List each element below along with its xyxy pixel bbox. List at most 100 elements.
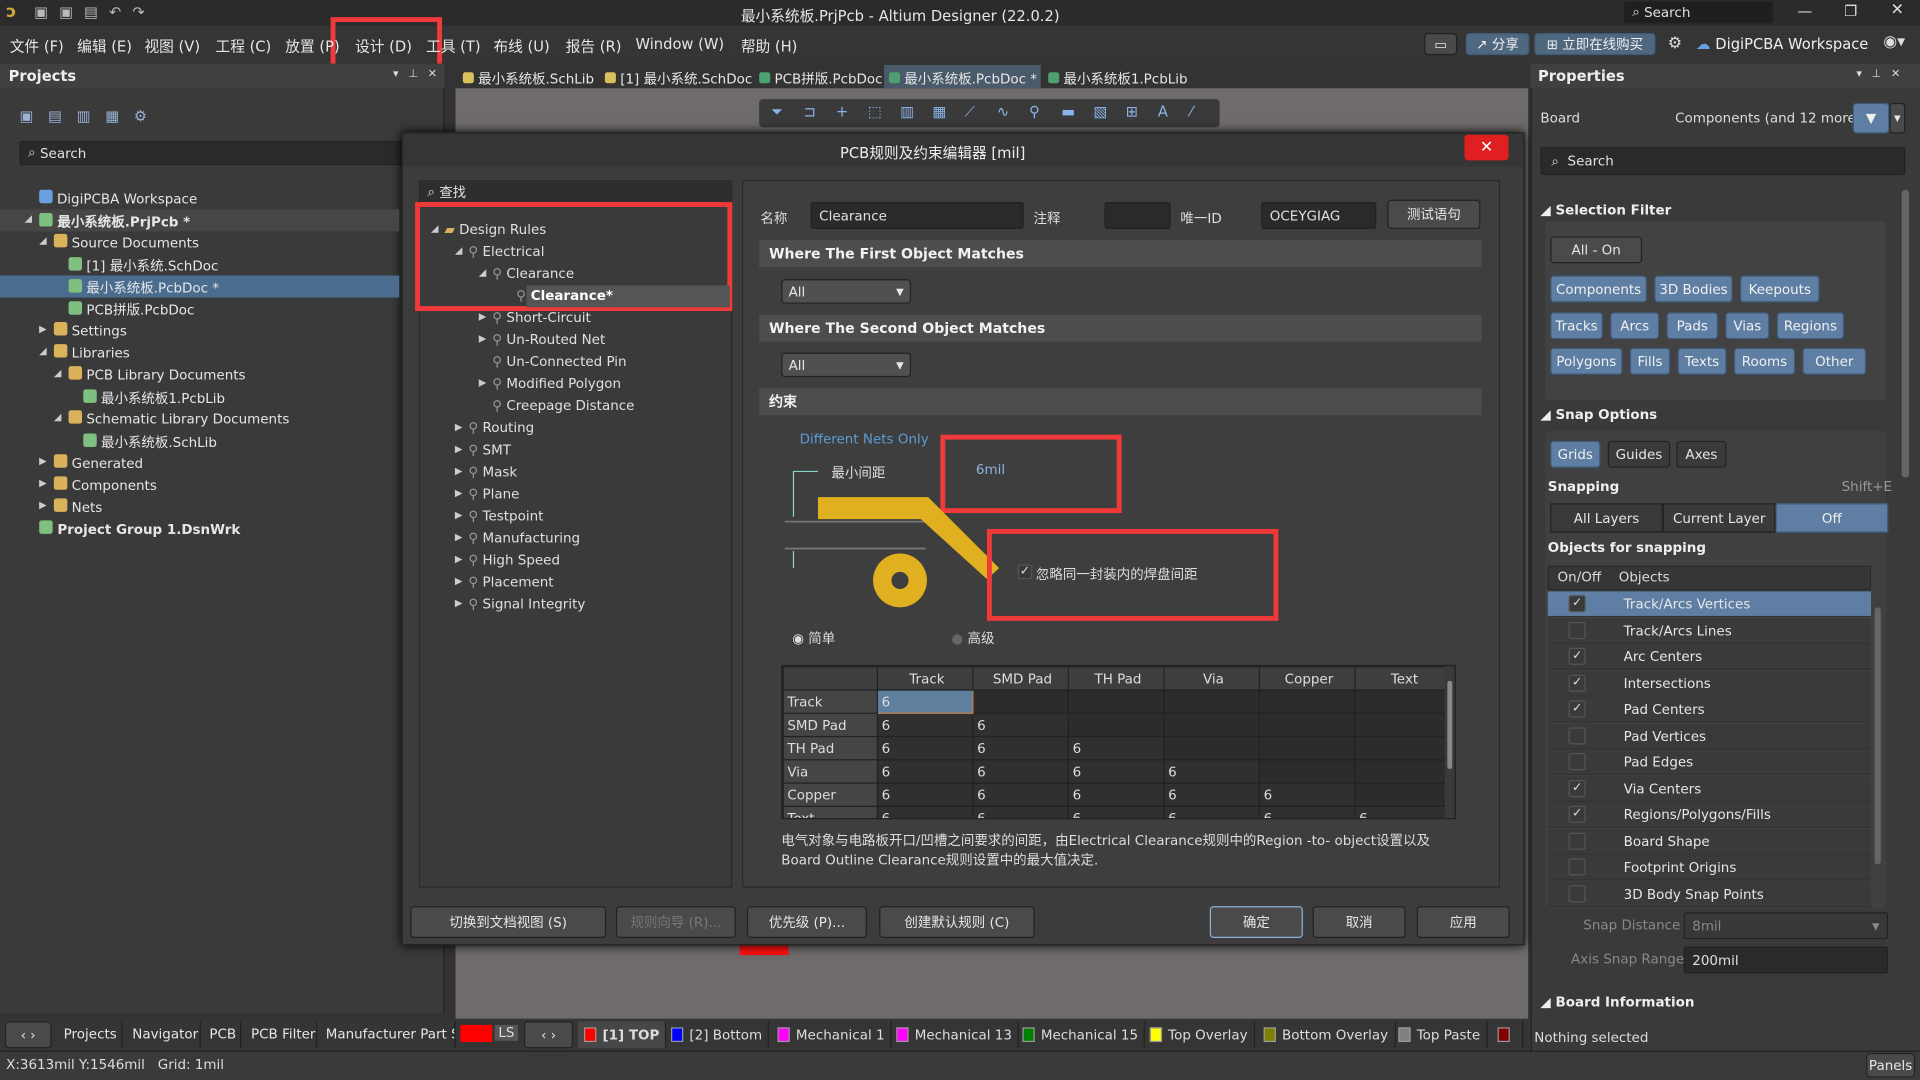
expand-arrow-icon[interactable]: ◢ xyxy=(39,345,47,356)
layer-tab[interactable]: Mechanical 15 xyxy=(1016,1021,1146,1049)
layer-tab[interactable]: [1] TOP xyxy=(577,1021,667,1049)
rule-tree-search[interactable]: ⌕ 查找 xyxy=(420,181,732,204)
rule-tree-item[interactable]: ⚲ Modified Polygon xyxy=(492,376,621,392)
matrix-cell[interactable]: 6 xyxy=(876,782,974,807)
global-search[interactable]: ⌕ Search xyxy=(1623,1,1774,24)
matrix-cell[interactable]: 6 xyxy=(972,712,1069,738)
component-icon[interactable]: ▦ xyxy=(932,103,946,120)
filter-toggle-button[interactable]: 3D Bodies xyxy=(1654,275,1733,303)
rule-name-input[interactable]: Clearance xyxy=(810,202,1024,229)
doc-tab[interactable]: 最小系统板.SchLib xyxy=(458,65,598,88)
project-tree-item[interactable]: 最小系统板1.PcbLib xyxy=(83,388,225,408)
snap-object-checkbox[interactable] xyxy=(1568,858,1586,876)
expand-arrow-icon[interactable]: ▶ xyxy=(455,487,463,498)
matrix-cell[interactable]: 6 xyxy=(1067,735,1165,761)
expand-arrow-icon[interactable]: ▶ xyxy=(455,531,463,542)
rule-tree-item[interactable]: ⚲ Testpoint xyxy=(468,508,543,524)
workspace-button[interactable]: ☁ DigiPCBA Workspace xyxy=(1696,36,1868,53)
project-tree-item[interactable]: Generated xyxy=(53,454,143,471)
snap-grids-button[interactable]: Grids xyxy=(1550,440,1601,468)
first-object-select[interactable]: All ▼ xyxy=(781,279,912,304)
filter-icon[interactable]: ▼ xyxy=(1852,102,1890,134)
project-tree-item[interactable]: 最小系统板.PrjPcb * xyxy=(39,212,190,232)
matrix-cell[interactable]: 6 xyxy=(876,712,974,738)
project-tree-item[interactable]: Settings xyxy=(53,322,127,339)
expand-arrow-icon[interactable]: ▶ xyxy=(479,311,487,322)
matrix-cell[interactable] xyxy=(1354,735,1452,761)
chat-button[interactable]: ▭ xyxy=(1424,33,1458,56)
snapping-mode-button[interactable]: All Layers xyxy=(1550,503,1663,533)
rule-wizard-button[interactable]: 规则向导 (R)... xyxy=(615,906,736,938)
menu-item[interactable]: 布线 (U) xyxy=(493,36,549,57)
panel-tab[interactable]: PCB xyxy=(204,1021,242,1049)
menu-item[interactable]: 设计 (D) xyxy=(355,36,412,57)
filter-dropdown-button[interactable]: ▼ xyxy=(1889,102,1906,134)
snap-object-checkbox[interactable]: ✓ xyxy=(1568,595,1586,613)
matrix-cell[interactable] xyxy=(1067,712,1165,738)
ok-button[interactable]: 确定 xyxy=(1209,906,1303,938)
rule-tree-item[interactable]: ⚲ Mask xyxy=(468,464,517,480)
all-on-button[interactable]: All - On xyxy=(1550,236,1643,264)
projects-search[interactable]: ⌕ Search xyxy=(19,140,402,166)
snap-object-checkbox[interactable] xyxy=(1568,884,1586,902)
expand-arrow-icon[interactable]: ▶ xyxy=(455,421,463,432)
rule-tree-item[interactable]: ⚲ Placement xyxy=(468,574,553,590)
expand-arrow-icon[interactable]: ▶ xyxy=(479,333,487,344)
minimize-button[interactable]: — xyxy=(1798,2,1813,19)
expand-arrow-icon[interactable]: ▶ xyxy=(39,478,47,489)
snap-object-checkbox[interactable]: ✓ xyxy=(1568,805,1586,823)
expand-arrow-icon[interactable]: ▶ xyxy=(455,509,463,520)
snap-object-row[interactable] xyxy=(1547,696,1872,723)
matrix-cell[interactable]: 6 xyxy=(1067,805,1165,818)
doc-tab[interactable]: 最小系统板1.PcbLib xyxy=(1043,65,1188,88)
snap-object-checkbox[interactable]: ✓ xyxy=(1568,779,1586,797)
matrix-scrollbar[interactable] xyxy=(1444,666,1455,818)
properties-menu-pin-close[interactable]: ▾⊥✕ xyxy=(1856,69,1910,81)
expand-arrow-icon[interactable]: ▶ xyxy=(455,553,463,564)
layer-tabs-scroll[interactable]: ‹ › xyxy=(524,1021,574,1049)
project-tree-item[interactable]: Project Group 1.DsnWrk xyxy=(39,520,240,538)
board-info-header[interactable]: ◢ Board Information xyxy=(1540,994,1694,1010)
rule-tree-item[interactable]: ⚲ Un-Routed Net xyxy=(492,332,605,348)
snap-object-checkbox[interactable]: ✓ xyxy=(1568,674,1586,692)
matrix-cell[interactable]: 6 xyxy=(972,759,1069,784)
rule-tree-item[interactable]: ⚲ Clearance xyxy=(492,266,574,282)
diff-pair-icon[interactable]: ∿ xyxy=(997,103,1009,120)
rule-tree-item[interactable]: ⚲ Electrical xyxy=(468,244,544,260)
snap-object-row[interactable] xyxy=(1547,723,1872,749)
rule-tree-item[interactable]: ▰ Design Rules xyxy=(444,222,546,238)
rule-tree-item[interactable]: ⚲ Clearance* xyxy=(516,288,613,304)
matrix-cell[interactable]: 6 xyxy=(1067,782,1165,807)
panel-tabs-scroll[interactable]: ‹ › xyxy=(4,1021,52,1049)
expand-arrow-icon[interactable]: ◢ xyxy=(54,411,62,422)
mode-advanced-radio[interactable]: ● 高级 xyxy=(951,628,994,648)
align-icon[interactable]: ▥ xyxy=(900,103,914,120)
panel-tab[interactable]: Navigator xyxy=(127,1021,201,1049)
expand-arrow-icon[interactable]: ◢ xyxy=(24,213,32,224)
interactive-route-icon[interactable]: ⟋ xyxy=(965,103,975,121)
filter-toggle-button[interactable]: Tracks xyxy=(1550,312,1603,340)
snapping-mode-button[interactable]: Off xyxy=(1775,503,1889,533)
matrix-cell[interactable] xyxy=(1258,689,1356,714)
matrix-cell[interactable]: 6 xyxy=(1163,759,1261,784)
filter-toggle-button[interactable]: Pads xyxy=(1666,312,1718,340)
matrix-cell[interactable]: 6 xyxy=(876,735,974,761)
current-layer-swatch[interactable] xyxy=(460,1024,493,1043)
filter-toggle-button[interactable]: Components xyxy=(1550,275,1647,303)
selection-filter-header[interactable]: ◢ Selection Filter xyxy=(1540,202,1671,218)
matrix-cell[interactable]: 6 xyxy=(1163,782,1261,807)
layer-tab[interactable] xyxy=(1491,1021,1524,1049)
filter-toggle-button[interactable]: Regions xyxy=(1776,312,1845,340)
doc-tab[interactable]: PCB拼版.PcbDoc xyxy=(754,65,883,88)
project-tree-item[interactable]: PCB Library Documents xyxy=(68,366,246,383)
expand-arrow-icon[interactable]: ▶ xyxy=(39,500,47,511)
panel-menu-pin-close[interactable]: ▾⊥✕ xyxy=(393,69,447,81)
matrix-cell[interactable] xyxy=(1258,759,1356,784)
layer-tab[interactable]: Top Overlay xyxy=(1144,1021,1255,1049)
layer-tab[interactable]: Bottom Overlay xyxy=(1258,1021,1396,1049)
rule-tree-item[interactable]: ⚲ High Speed xyxy=(468,552,560,568)
rule-tree-item[interactable]: ⚲ Routing xyxy=(468,420,534,436)
matrix-cell[interactable]: 6 xyxy=(1258,805,1356,818)
menu-item[interactable]: 帮助 (H) xyxy=(741,36,798,57)
snap-object-checkbox[interactable]: ✓ xyxy=(1568,700,1586,718)
